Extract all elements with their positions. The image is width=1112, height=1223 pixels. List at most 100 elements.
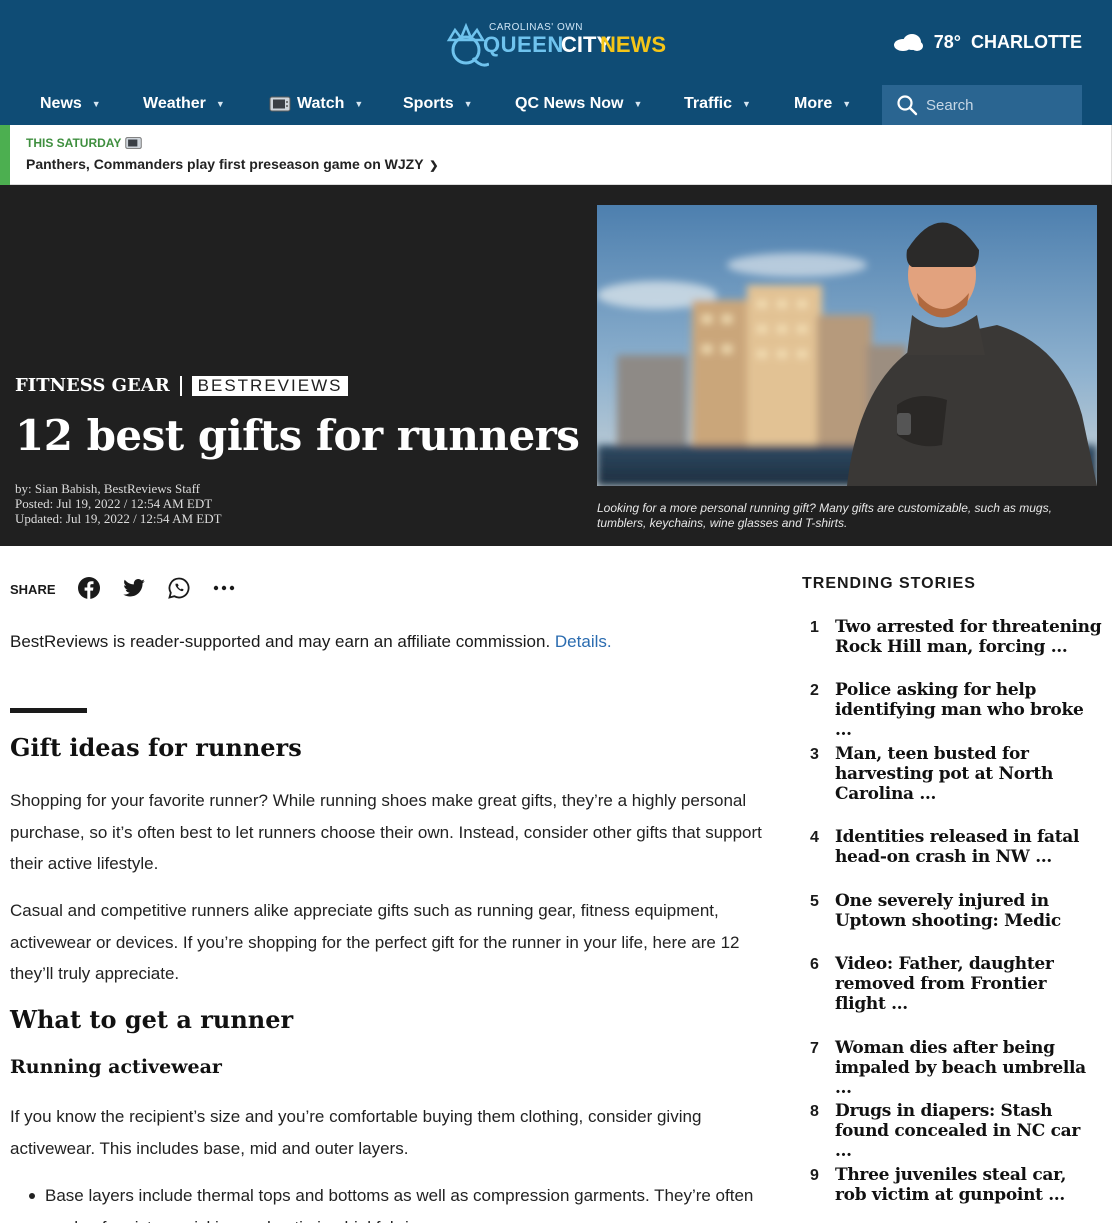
alert-headline-link[interactable]: Panthers, Commanders play first preseaso… (26, 156, 438, 172)
image-caption: Looking for a more personal running gift… (597, 501, 1052, 530)
nav-item-label: News (40, 95, 82, 112)
nav-item-weather[interactable]: Weather ▼ (143, 84, 225, 124)
trending-headline[interactable]: Man, teen busted for harvesting pot at N… (835, 744, 1102, 804)
list-item-base-layers: Base layers include thermal tops and bot… (45, 1186, 754, 1223)
hero-image[interactable] (597, 205, 1097, 486)
trending-headline[interactable]: One severely injured in Uptown shooting:… (835, 891, 1102, 931)
trending-headline[interactable]: Police asking for help identifying man w… (835, 680, 1102, 740)
trending-item[interactable]: 6 Video: Father, daughter removed from F… (802, 954, 1102, 1014)
trending-item[interactable]: 5 One severely injured in Uptown shootin… (802, 891, 1102, 931)
share-bar: SHARE (10, 575, 256, 601)
whatsapp-share-button[interactable] (166, 575, 192, 601)
whatsapp-icon (167, 577, 190, 599)
trending-rank: 9 (810, 1167, 819, 1184)
chevron-down-icon: ▼ (91, 99, 101, 109)
section-header: FITNESS GEAR BESTREVIEWS (15, 375, 349, 396)
facebook-icon (77, 577, 100, 599)
chevron-down-icon: ▼ (742, 99, 751, 109)
trending-rank: 6 (810, 956, 819, 973)
trending-item[interactable]: 4 Identities released in fatal head-on c… (802, 827, 1102, 867)
alert-kicker: THIS SATURDAY (26, 136, 142, 150)
trending-headline[interactable]: Three juveniles steal car, rob victim at… (835, 1165, 1102, 1205)
more-share-button[interactable] (211, 575, 237, 601)
nav-item-sports[interactable]: Sports ▼ (403, 84, 473, 124)
site-logo[interactable]: CAROLINAS' OWN QUEEN CITY NEWS (443, 18, 673, 68)
nav-item-label: QC News Now (515, 95, 624, 112)
nav-item-more[interactable]: More ▼ (794, 84, 851, 124)
section-label[interactable]: FITNESS GEAR (15, 375, 170, 396)
chevron-down-icon: ▼ (463, 99, 473, 109)
alert-kicker-text: THIS SATURDAY (26, 136, 122, 150)
trending-rank: 1 (810, 619, 819, 636)
chevron-right-icon: ❯ (429, 160, 439, 172)
twitter-icon (122, 579, 145, 597)
nav-item-traffic[interactable]: Traffic ▼ (684, 84, 751, 124)
search-box[interactable] (882, 85, 1082, 125)
trending-item[interactable]: 2 Police asking for help identifying man… (802, 680, 1102, 740)
bestreviews-logo[interactable]: BESTREVIEWS (191, 375, 349, 396)
weather-city: CHARLOTTE (971, 31, 1082, 52)
alert-banner[interactable]: THIS SATURDAY Panthers, Commanders play … (0, 125, 1112, 185)
nav-item-label: Sports (403, 95, 454, 112)
trending-item[interactable]: 7 Woman dies after being impaled by beac… (802, 1038, 1102, 1098)
trending-rank: 4 (810, 829, 819, 846)
chevron-down-icon: ▼ (215, 99, 225, 109)
bullet-marker (29, 1193, 35, 1199)
trending-headline[interactable]: Identities released in fatal head-on cra… (835, 827, 1102, 867)
heading-gift-ideas: Gift ideas for runners (10, 733, 302, 762)
paragraph-casual: Casual and competitive runners alike app… (10, 901, 740, 983)
nav-item-watch[interactable]: Watch ▼ (269, 84, 363, 124)
section-rule (10, 708, 87, 713)
trending-rank: 7 (810, 1040, 819, 1057)
trending-item[interactable]: 3 Man, teen busted for harvesting pot at… (802, 744, 1102, 804)
article-posted: Posted: Jul 19, 2022 / 12:54 AM EDT (15, 496, 213, 511)
cloudy-icon (893, 34, 923, 51)
search-icon (897, 95, 918, 116)
article-title: 12 best gifts for runners (15, 411, 580, 460)
article-updated: Updated: Jul 19, 2022 / 12:54 AM EDT (15, 511, 222, 526)
alert-headline: Panthers, Commanders play first preseaso… (26, 156, 424, 172)
paragraph-activewear: If you know the recipient’s size and you… (10, 1107, 702, 1158)
weather-temp: 78° (933, 31, 961, 52)
search-input[interactable] (926, 96, 1076, 114)
trending-headline[interactable]: Drugs in diapers: Stash found concealed … (835, 1101, 1102, 1161)
alert-accent-bar (0, 125, 10, 185)
trending-item[interactable]: 9 Three juveniles steal car, rob victim … (802, 1165, 1102, 1205)
twitter-share-button[interactable] (121, 575, 147, 601)
tv-icon (269, 96, 291, 112)
disclosure-text: BestReviews is reader-supported and may … (10, 632, 551, 651)
affiliate-disclosure: BestReviews is reader-supported and may … (10, 632, 612, 652)
nav-item-label: Weather (143, 95, 206, 112)
chevron-down-icon: ▼ (842, 99, 852, 109)
nav-item-label: More (794, 95, 833, 112)
trending-item[interactable]: 8 Drugs in diapers: Stash found conceale… (802, 1101, 1102, 1161)
nav-item-qc-news-now[interactable]: QC News Now ▼ (515, 84, 642, 124)
trending-item[interactable]: 1 Two arrested for threatening Rock Hill… (802, 617, 1102, 657)
site-header: CAROLINAS' OWN QUEEN CITY NEWS 78° CHARL… (0, 0, 1112, 125)
runner-photo (597, 205, 1097, 486)
logo-news: NEWS (600, 32, 666, 57)
paragraph-intro: Shopping for your favorite runner? While… (10, 791, 762, 873)
nav-item-news[interactable]: News ▼ (40, 84, 101, 124)
details-link[interactable]: Details. (555, 632, 612, 651)
article-byline: by: Sian Babish, BestReviews Staff (15, 481, 201, 496)
logo-queen: QUEEN (483, 32, 564, 57)
section-divider (179, 375, 182, 396)
heading-running-activewear: Running activewear (10, 1056, 222, 1078)
article-meta: by: Sian Babish, BestReviews Staff Poste… (15, 481, 222, 526)
chevron-down-icon: ▼ (633, 99, 643, 109)
trending-headline[interactable]: Woman dies after being impaled by beach … (835, 1038, 1102, 1098)
trending-headline[interactable]: Video: Father, daughter removed from Fro… (835, 954, 1102, 1014)
share-label: SHARE (10, 582, 56, 597)
tv-icon (125, 137, 142, 149)
trending-rank: 3 (810, 746, 819, 763)
nav-item-label: Watch (297, 95, 345, 112)
heading-what-to-get: What to get a runner (10, 1005, 294, 1034)
facebook-share-button[interactable] (76, 575, 102, 601)
article-hero: FITNESS GEAR BESTREVIEWS 12 best gifts f… (0, 185, 1112, 546)
trending-rank: 8 (810, 1103, 819, 1120)
weather-widget[interactable]: 78° CHARLOTTE (892, 28, 1082, 56)
chevron-down-icon: ▼ (354, 99, 364, 109)
trending-headline[interactable]: Two arrested for threatening Rock Hill m… (835, 617, 1102, 657)
trending-rank: 2 (810, 682, 819, 699)
